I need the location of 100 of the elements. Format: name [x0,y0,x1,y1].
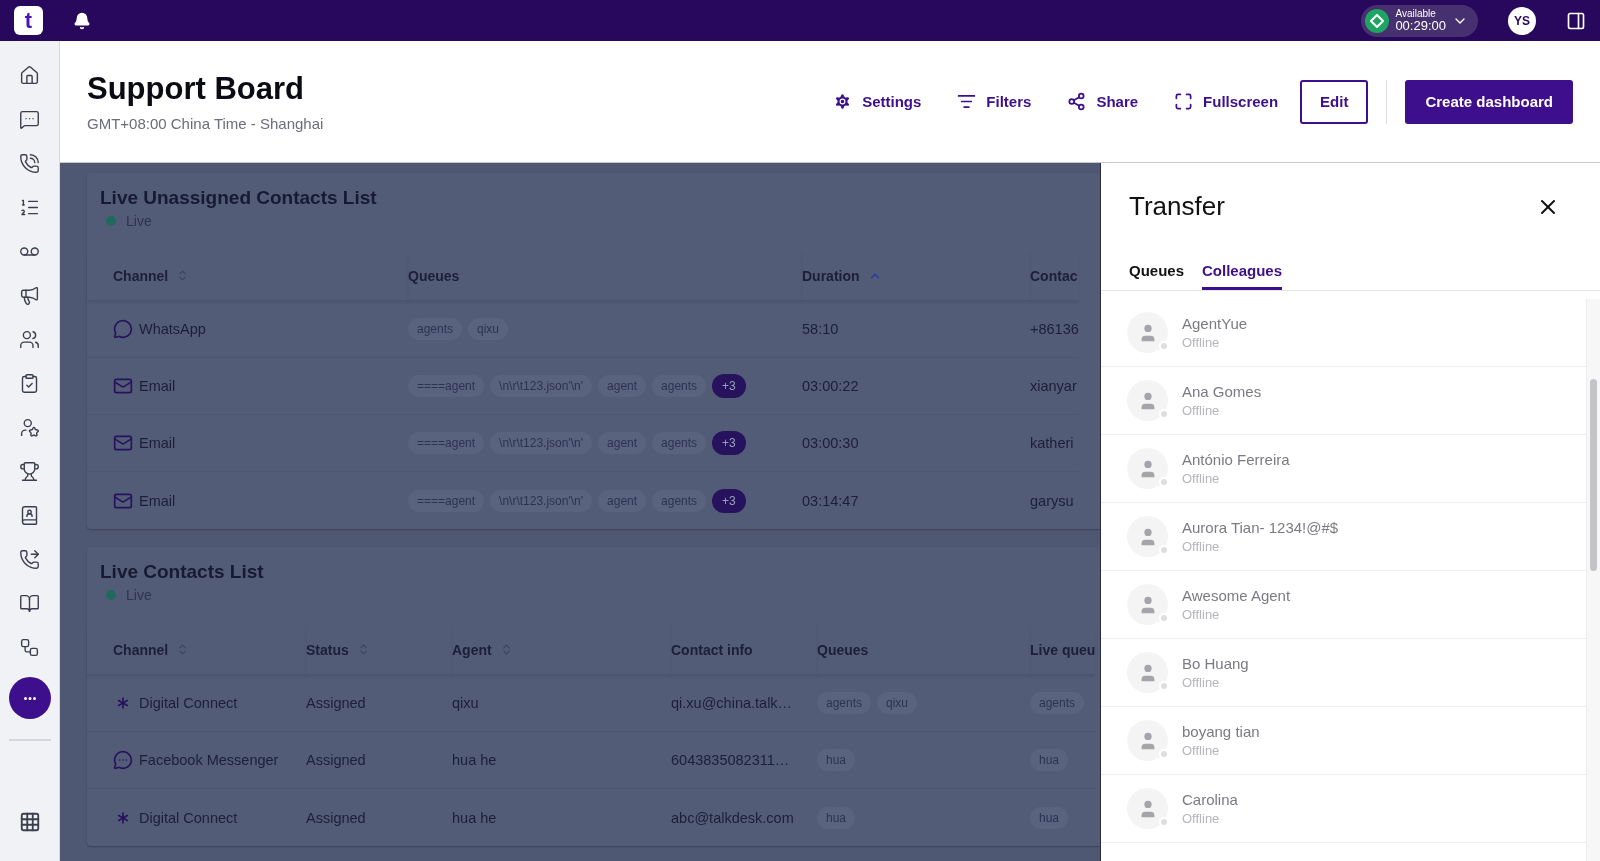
chat-bubble-icon [113,750,133,770]
avatar-icon [1127,380,1168,421]
contact-text: xianyar [1030,378,1077,394]
presence-text: Offline [1182,403,1221,418]
apps-grid-icon[interactable] [18,811,41,833]
channel-name: Email [139,492,176,509]
column-header: Status [306,641,349,658]
more-count-badge[interactable]: +3 [712,374,746,398]
colleague-name: Ana Gomes [1182,383,1262,400]
colleague-item[interactable]: Carolina Offline [1101,775,1586,843]
panel-title: Transfer [1129,191,1225,222]
column-header: Duration [802,267,860,284]
colleague-item[interactable]: Ana Gomes Offline [1101,367,1586,435]
timezone-text: GMT+08:00 China Time - Shanghai [87,115,325,132]
presence-text: Offline [1182,675,1221,690]
column-header: Channel [113,267,169,284]
avatar-icon [1127,788,1168,829]
scrollbar-thumb[interactable] [1590,379,1597,571]
app-logo[interactable]: t [14,6,43,35]
envelope-icon [113,433,133,453]
contact-text: +86136 [1030,321,1079,337]
user-avatar[interactable]: YS [1508,6,1536,35]
duration-text: 03:00:30 [802,435,859,451]
colleague-name: António Ferreira [1182,451,1290,468]
presence-text: Offline [1182,607,1221,622]
presence-text: Offline [1182,539,1221,554]
create-dashboard-button[interactable]: Create dashboard [1405,79,1573,124]
page-title: Support Board [87,71,305,107]
column-header: Queues [408,267,460,284]
toolbar-button[interactable]: Filters [949,86,1040,117]
presence-text: Offline [1182,743,1221,758]
edit-button[interactable]: Edit [1300,79,1369,124]
duration-text: 03:14:47 [802,492,859,509]
avatar-icon [1127,448,1168,489]
diamond-icon [1370,13,1385,28]
tab[interactable]: Queues [1129,262,1185,290]
status-selector[interactable]: Available 00:29:00 [1361,4,1478,37]
colleague-item[interactable]: AgentYue Offline [1101,299,1586,367]
contact-text: abc@talkdesk.com [671,809,794,826]
colleague-item[interactable]: António Ferreira Offline [1101,435,1586,503]
avatar-icon [1127,584,1168,625]
colleague-item[interactable]: Bo Huang Offline [1101,639,1586,707]
contact-text: 6043835082311… [671,752,790,768]
more-count-badge[interactable]: +3 [712,488,746,513]
share-icon [1067,92,1087,111]
fullscreen-icon [1174,92,1194,111]
filter-icon [957,92,977,111]
widget-title: Live Contacts List [100,561,265,583]
avatar-icon [1127,312,1168,353]
agent-name: qixu [452,695,479,711]
column-header: Live queu [1030,641,1096,658]
trophy-icon [19,460,40,482]
widget-title: Live Unassigned Contacts List [100,187,378,209]
contact-text: garysu [1030,492,1074,509]
colleague-name: Carolina [1182,791,1238,808]
colleague-name: Awesome Agent [1182,587,1291,604]
campaigns-icon [19,284,40,306]
conversations-icon [19,108,40,130]
agent-name: hua he [452,752,497,768]
colleague-name: boyang tian [1182,723,1260,740]
column-header: Channel [113,641,169,658]
presence-text: Offline [1182,811,1221,826]
avatar-icon [1127,516,1168,557]
avatar-icon [1127,652,1168,693]
channel-name: Email [139,435,176,451]
bell-icon[interactable] [73,11,91,30]
calls-icon [19,152,40,174]
presence-text: Offline [1182,471,1221,486]
contact-text: katheri [1030,435,1074,451]
contacts-icon [19,504,40,526]
toolbar-button[interactable]: Settings [825,86,930,117]
status-text: Assigned [306,809,366,826]
channel-name: Facebook Messenger [139,752,279,768]
colleague-name: AgentYue [1182,315,1248,332]
more-count-badge[interactable]: +3 [712,431,746,455]
settings-icon [833,92,853,111]
channel-name: Digital Connect [139,809,238,826]
more-button[interactable] [8,677,51,719]
avatar-icon [1127,720,1168,761]
column-header: Agent [452,641,492,658]
column-header: Contac [1030,267,1078,284]
toolbar-button[interactable]: Fullscreen [1166,86,1287,117]
status-text: Assigned [306,752,366,768]
contact-text: qi.xu@china.talk… [671,695,793,711]
channel-name: WhatsApp [139,321,206,337]
column-header: Queues [817,641,869,658]
tab[interactable]: Colleagues [1202,262,1283,290]
status-text: Assigned [306,695,366,711]
more-icon [23,696,36,700]
colleague-name: Bo Huang [1182,655,1249,672]
channel-name: Digital Connect [139,695,238,711]
team-icon [19,328,40,350]
colleague-item[interactable]: boyang tian Offline [1101,707,1586,775]
envelope-icon [113,376,133,396]
panel-icon[interactable] [1566,10,1586,31]
colleague-name: Aurora Tian- 1234!@#$ [1182,519,1339,536]
toolbar-button[interactable]: Share [1059,86,1147,117]
colleague-item[interactable]: Awesome Agent Offline [1101,571,1586,639]
colleague-item[interactable]: Aurora Tian- 1234!@#$ Offline [1101,503,1586,571]
duration-text: 58:10 [802,321,839,337]
